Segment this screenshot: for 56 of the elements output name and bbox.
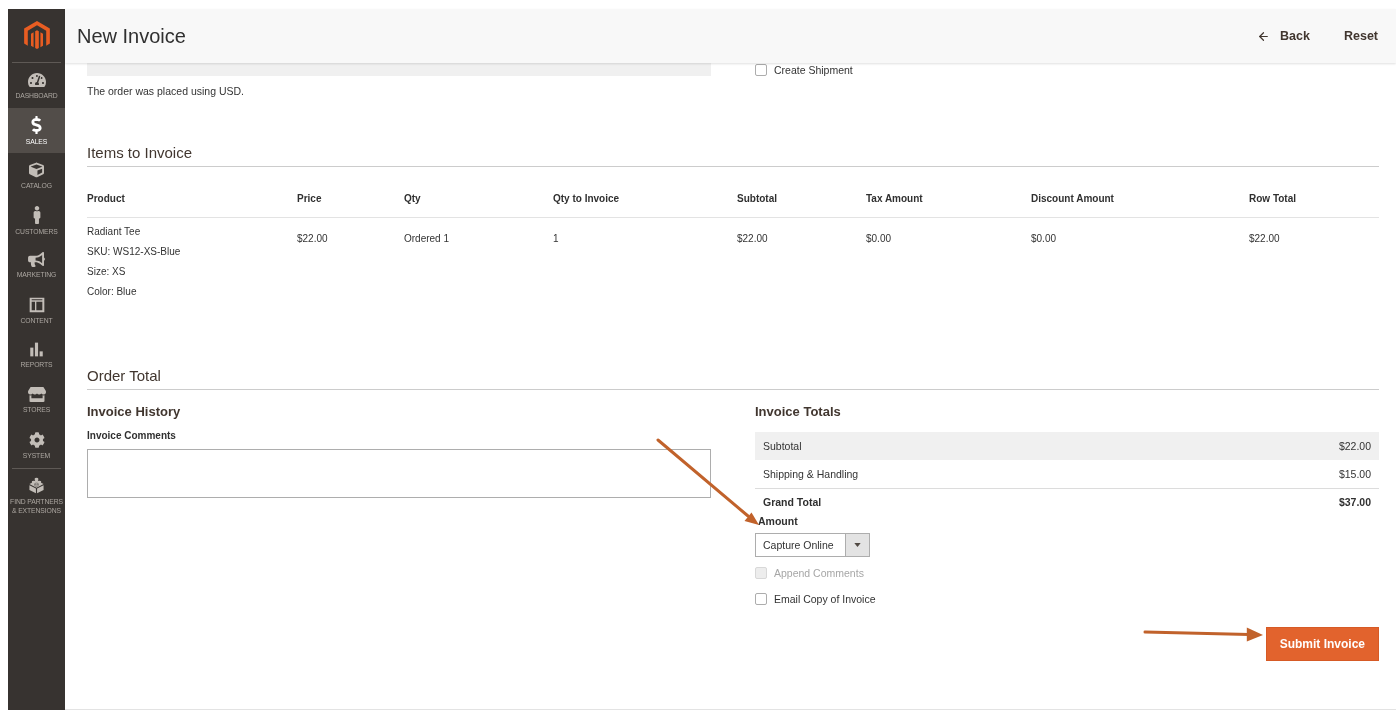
column-header: Discount Amount	[1031, 193, 1114, 204]
arrow-left-icon	[1257, 29, 1271, 43]
brick-icon	[28, 477, 45, 494]
product-option: Color: Blue	[87, 285, 137, 299]
table-cell: $22.00	[297, 233, 328, 244]
subsection-title: Invoice Totals	[755, 403, 842, 421]
table-cell: 1	[553, 233, 559, 244]
column-header: Price	[297, 193, 322, 204]
totals-value: $22.00	[1338, 439, 1371, 453]
table-cell: $0.00	[1031, 233, 1057, 244]
store-icon	[27, 387, 46, 402]
megaphone-icon	[28, 252, 45, 267]
table-cell: $22.00	[737, 233, 768, 244]
cube-icon	[29, 161, 44, 178]
dollar-icon	[31, 115, 42, 134]
field-label: Amount	[757, 514, 798, 528]
subsection-title: Invoice History	[87, 403, 182, 421]
totals-label: Subtotal	[763, 439, 802, 453]
comments-field[interactable]	[87, 449, 711, 498]
totals-label: Grand Total	[763, 495, 822, 509]
section-title: Items to Invoice	[87, 143, 194, 163]
totals-value: $37.00	[1338, 495, 1371, 509]
column-header: Subtotal	[737, 193, 777, 204]
bar-chart-icon	[29, 342, 44, 357]
checkbox[interactable]	[755, 593, 767, 605]
totals-value: $15.00	[1338, 467, 1371, 481]
table-cell: $22.00	[1249, 233, 1280, 244]
submit-invoice-button[interactable]: Submit Invoice	[1265, 627, 1379, 661]
currency-note: The order was placed using USD.	[87, 84, 245, 98]
caret-icon	[854, 543, 861, 547]
section-title: Order Total	[87, 366, 162, 386]
table-cell: Ordered 1	[404, 233, 450, 244]
gear-icon	[28, 431, 45, 448]
column-header: Row Total	[1249, 193, 1297, 204]
gauge-icon	[27, 71, 46, 88]
column-header: Qty to Invoice	[553, 193, 620, 204]
product-option: Size: XS	[87, 265, 126, 279]
checkbox[interactable]	[755, 64, 767, 76]
logo	[23, 20, 50, 51]
column-header: Tax Amount	[866, 193, 923, 204]
person-icon	[31, 205, 42, 224]
field-label: Invoice Comments	[87, 429, 176, 443]
product-name: Radiant Tee	[87, 225, 141, 239]
layout-icon	[28, 296, 45, 313]
checkbox-label: Email Copy of Invoice	[774, 592, 876, 606]
column-header: Product	[87, 193, 125, 204]
checkbox-label: Append Comments	[774, 566, 864, 580]
reset-button[interactable]: Reset	[1343, 26, 1378, 46]
column-header: Qty	[404, 193, 421, 204]
table-cell: $0.00	[866, 233, 892, 244]
product-option: SKU: WS12-XS-Blue	[87, 245, 181, 259]
checkbox-label: Create Shipment	[774, 63, 853, 77]
back-button[interactable]: Back	[1257, 26, 1310, 46]
page-title: New Invoice	[77, 24, 186, 49]
capture-select[interactable]: Capture Online	[755, 533, 870, 557]
totals-label: Shipping & Handling	[763, 467, 859, 481]
